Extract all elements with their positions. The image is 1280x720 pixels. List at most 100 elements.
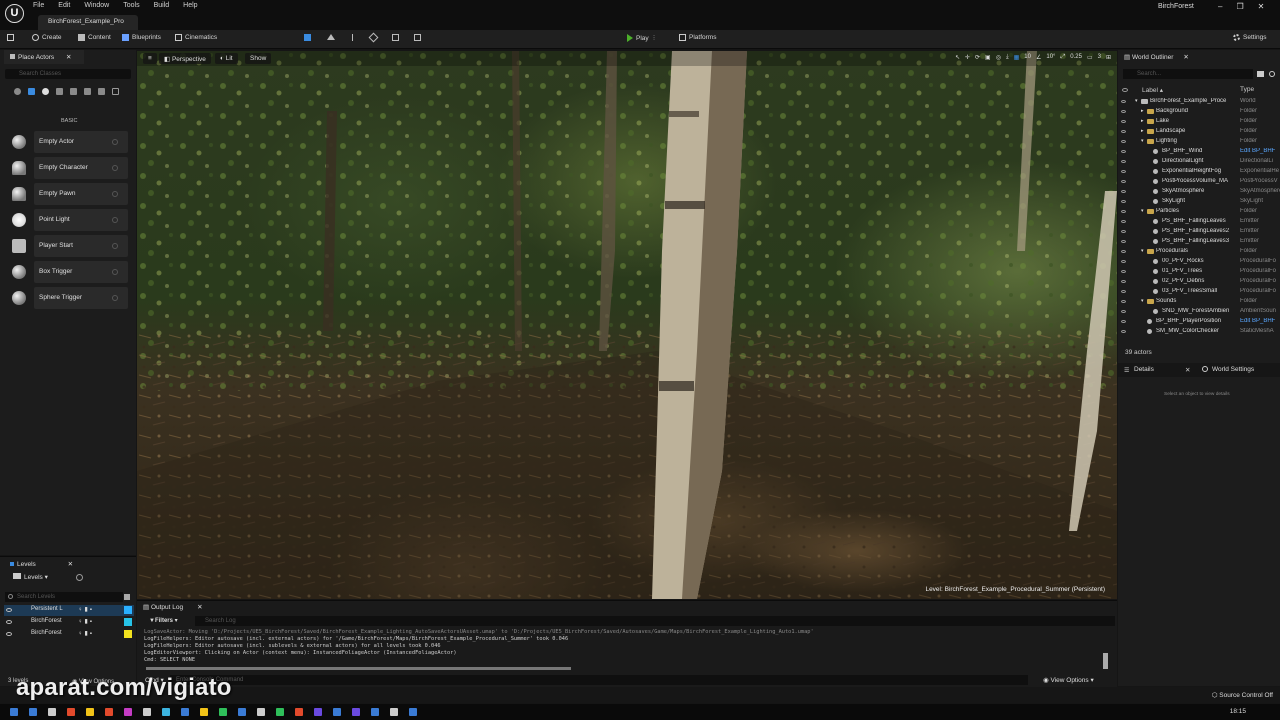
fracture-icon[interactable] bbox=[414, 34, 421, 41]
taskbar-app-icon[interactable] bbox=[143, 708, 151, 716]
outliner-actor-row[interactable]: ▾ BirchForest_Example_Proce World bbox=[1118, 97, 1280, 107]
levels-tab[interactable]: Levels ✕ bbox=[4, 557, 78, 571]
output-log-tab[interactable]: ▤ Output Log ✕ bbox=[143, 603, 203, 611]
taskbar-app-icon[interactable] bbox=[124, 708, 132, 716]
scale-snap-value[interactable]: 0.25 bbox=[1070, 54, 1082, 61]
menu-help[interactable]: Help bbox=[183, 2, 197, 9]
eye-icon[interactable] bbox=[1121, 100, 1126, 103]
menu-window[interactable]: Window bbox=[84, 2, 109, 9]
scale-icon[interactable]: ▣ bbox=[985, 54, 991, 61]
actor-item-sphere-trigger[interactable]: Sphere Trigger bbox=[8, 287, 128, 309]
outliner-folder-row[interactable]: ▾ Procedurals Folder bbox=[1118, 247, 1280, 257]
add-folder-icon[interactable] bbox=[1257, 71, 1264, 77]
content-button[interactable]: Content bbox=[78, 34, 111, 41]
eye-icon[interactable] bbox=[1121, 160, 1126, 163]
type-column-header[interactable]: Type bbox=[1240, 86, 1254, 93]
actor-item-empty-pawn[interactable]: Empty Pawn bbox=[8, 183, 128, 205]
level-row[interactable]: Persistent L ♀▮▪ bbox=[4, 605, 134, 616]
level-viewport[interactable]: ≡ ◧ Perspective ◐ Lit Show ↖ ✛ ⟳ ▣ ◎ ⤓ ▦… bbox=[137, 51, 1117, 599]
level-color-swatch[interactable] bbox=[124, 630, 132, 638]
outliner-actor-row[interactable]: 02_PFV_Debris ProceduralFo bbox=[1118, 277, 1280, 287]
viewport-menu-button[interactable]: ≡ bbox=[143, 53, 157, 64]
view-options-button[interactable]: ◉ View Options ▾ bbox=[1043, 676, 1094, 684]
taskbar-app-icon[interactable] bbox=[276, 708, 284, 716]
taskbar-app-icon[interactable] bbox=[10, 708, 18, 716]
expand-arrow-icon[interactable]: ▾ bbox=[1141, 208, 1144, 214]
outliner-settings-icon[interactable] bbox=[1269, 71, 1275, 77]
platforms-button[interactable]: Platforms bbox=[679, 34, 716, 41]
outliner-actor-row[interactable]: SND_MW_ForestAmbien AmbientSoun bbox=[1118, 307, 1280, 317]
foliage-mode-icon[interactable] bbox=[349, 34, 359, 41]
select-icon[interactable]: ↖ bbox=[955, 54, 960, 61]
level-row[interactable]: BirchForest ♀▮▪ bbox=[4, 629, 134, 640]
console-command-input[interactable]: Enter Console Command bbox=[170, 675, 1028, 685]
actor-item-box-trigger[interactable]: Box Trigger bbox=[8, 261, 128, 283]
camera-speed-value[interactable]: 3 bbox=[1098, 54, 1101, 61]
label-column-header[interactable]: Label ▴ bbox=[1142, 86, 1163, 94]
source-control-status[interactable]: ⬡ Source Control Off bbox=[1212, 691, 1273, 699]
outliner-actor-row[interactable]: 00_PFV_Rocks ProceduralFo bbox=[1118, 257, 1280, 267]
eye-icon[interactable] bbox=[1121, 140, 1126, 143]
create-button[interactable]: Create bbox=[32, 34, 62, 41]
outliner-actor-row[interactable]: SM_MW_ColorChecker StaticMeshA bbox=[1118, 327, 1280, 337]
search-log-input[interactable]: Search Log bbox=[195, 616, 1115, 626]
rotation-snap-value[interactable]: 10° bbox=[1046, 54, 1055, 61]
shapes-category-icon[interactable] bbox=[56, 88, 63, 95]
eye-icon[interactable] bbox=[1121, 280, 1126, 283]
modeling-icon[interactable] bbox=[392, 34, 399, 41]
lit-button[interactable]: ◐ Lit bbox=[215, 53, 238, 64]
eye-icon[interactable] bbox=[1121, 110, 1126, 113]
grid-size-value[interactable]: 10 bbox=[1024, 54, 1031, 61]
taskbar-app-icon[interactable] bbox=[390, 708, 398, 716]
eye-icon[interactable] bbox=[1121, 230, 1126, 233]
project-tab[interactable]: BirchForest_Example_Pro bbox=[38, 15, 138, 30]
outliner-folder-row[interactable]: ▾ Lighting Folder bbox=[1118, 137, 1280, 147]
menu-file[interactable]: File bbox=[33, 2, 44, 9]
expand-arrow-icon[interactable]: ▾ bbox=[1141, 298, 1144, 304]
rotation-snap-icon[interactable]: ∠ bbox=[1036, 54, 1041, 61]
eye-icon[interactable] bbox=[6, 632, 12, 636]
outliner-type[interactable]: Edit BP_BHF bbox=[1240, 148, 1280, 154]
taskbar-app-icon[interactable] bbox=[295, 708, 303, 716]
taskbar-app-icon[interactable] bbox=[314, 708, 322, 716]
taskbar-app-icon[interactable] bbox=[352, 708, 360, 716]
actor-item-empty-actor[interactable]: Empty Actor bbox=[8, 131, 128, 153]
outliner-actor-row[interactable]: 01_PFV_Trees ProceduralFo bbox=[1118, 267, 1280, 277]
taskbar-app-icon[interactable] bbox=[181, 708, 189, 716]
eye-icon[interactable] bbox=[1121, 260, 1126, 263]
details-tab[interactable]: Details bbox=[1134, 366, 1154, 373]
taskbar-app-icon[interactable] bbox=[86, 708, 94, 716]
close-tab-icon[interactable]: ✕ bbox=[197, 604, 202, 611]
eye-icon[interactable] bbox=[1121, 250, 1126, 253]
expand-arrow-icon[interactable]: ▾ bbox=[1141, 248, 1144, 254]
rotate-icon[interactable]: ⟳ bbox=[975, 54, 980, 61]
scale-snap-icon[interactable]: ⤢ bbox=[1060, 54, 1065, 61]
expand-arrow-icon[interactable]: ▸ bbox=[1141, 118, 1144, 124]
taskbar-app-icon[interactable] bbox=[48, 708, 56, 716]
level-row[interactable]: BirchForest ♀▮▪ bbox=[4, 617, 134, 628]
cinematics-button[interactable]: Cinematics bbox=[175, 34, 217, 41]
menu-edit[interactable]: Edit bbox=[58, 2, 70, 9]
translate-icon[interactable]: ✛ bbox=[965, 54, 970, 61]
surface-snap-icon[interactable]: ⤓ bbox=[1006, 54, 1009, 61]
actor-item-empty-character[interactable]: Empty Character bbox=[8, 157, 128, 179]
eye-icon[interactable] bbox=[6, 608, 12, 612]
eye-icon[interactable] bbox=[1121, 320, 1126, 323]
all-classes-category-icon[interactable] bbox=[112, 88, 119, 95]
visual-effects-category-icon[interactable] bbox=[84, 88, 91, 95]
lights-category-icon[interactable] bbox=[42, 88, 49, 95]
close-tab-icon[interactable]: ✕ bbox=[66, 54, 71, 61]
unreal-logo-icon[interactable]: U bbox=[5, 4, 24, 23]
expand-arrow-icon[interactable]: ▸ bbox=[1141, 108, 1144, 114]
menu-build[interactable]: Build bbox=[154, 2, 170, 9]
world-space-icon[interactable]: ◎ bbox=[996, 54, 1001, 61]
outliner-search-input[interactable]: Search... bbox=[1123, 69, 1253, 79]
eye-icon[interactable] bbox=[1121, 210, 1126, 213]
grid-snap-icon[interactable]: ▦ bbox=[1014, 54, 1020, 61]
close-tab-icon[interactable]: ✕ bbox=[68, 561, 73, 568]
eye-icon[interactable] bbox=[1121, 310, 1126, 313]
outliner-folder-row[interactable]: ▾ Sounds Folder bbox=[1118, 297, 1280, 307]
outliner-actor-row[interactable]: PostProcessVolume_MA PostProcessV bbox=[1118, 177, 1280, 187]
taskbar-app-icon[interactable] bbox=[409, 708, 417, 716]
basic-category-icon[interactable] bbox=[28, 88, 35, 95]
